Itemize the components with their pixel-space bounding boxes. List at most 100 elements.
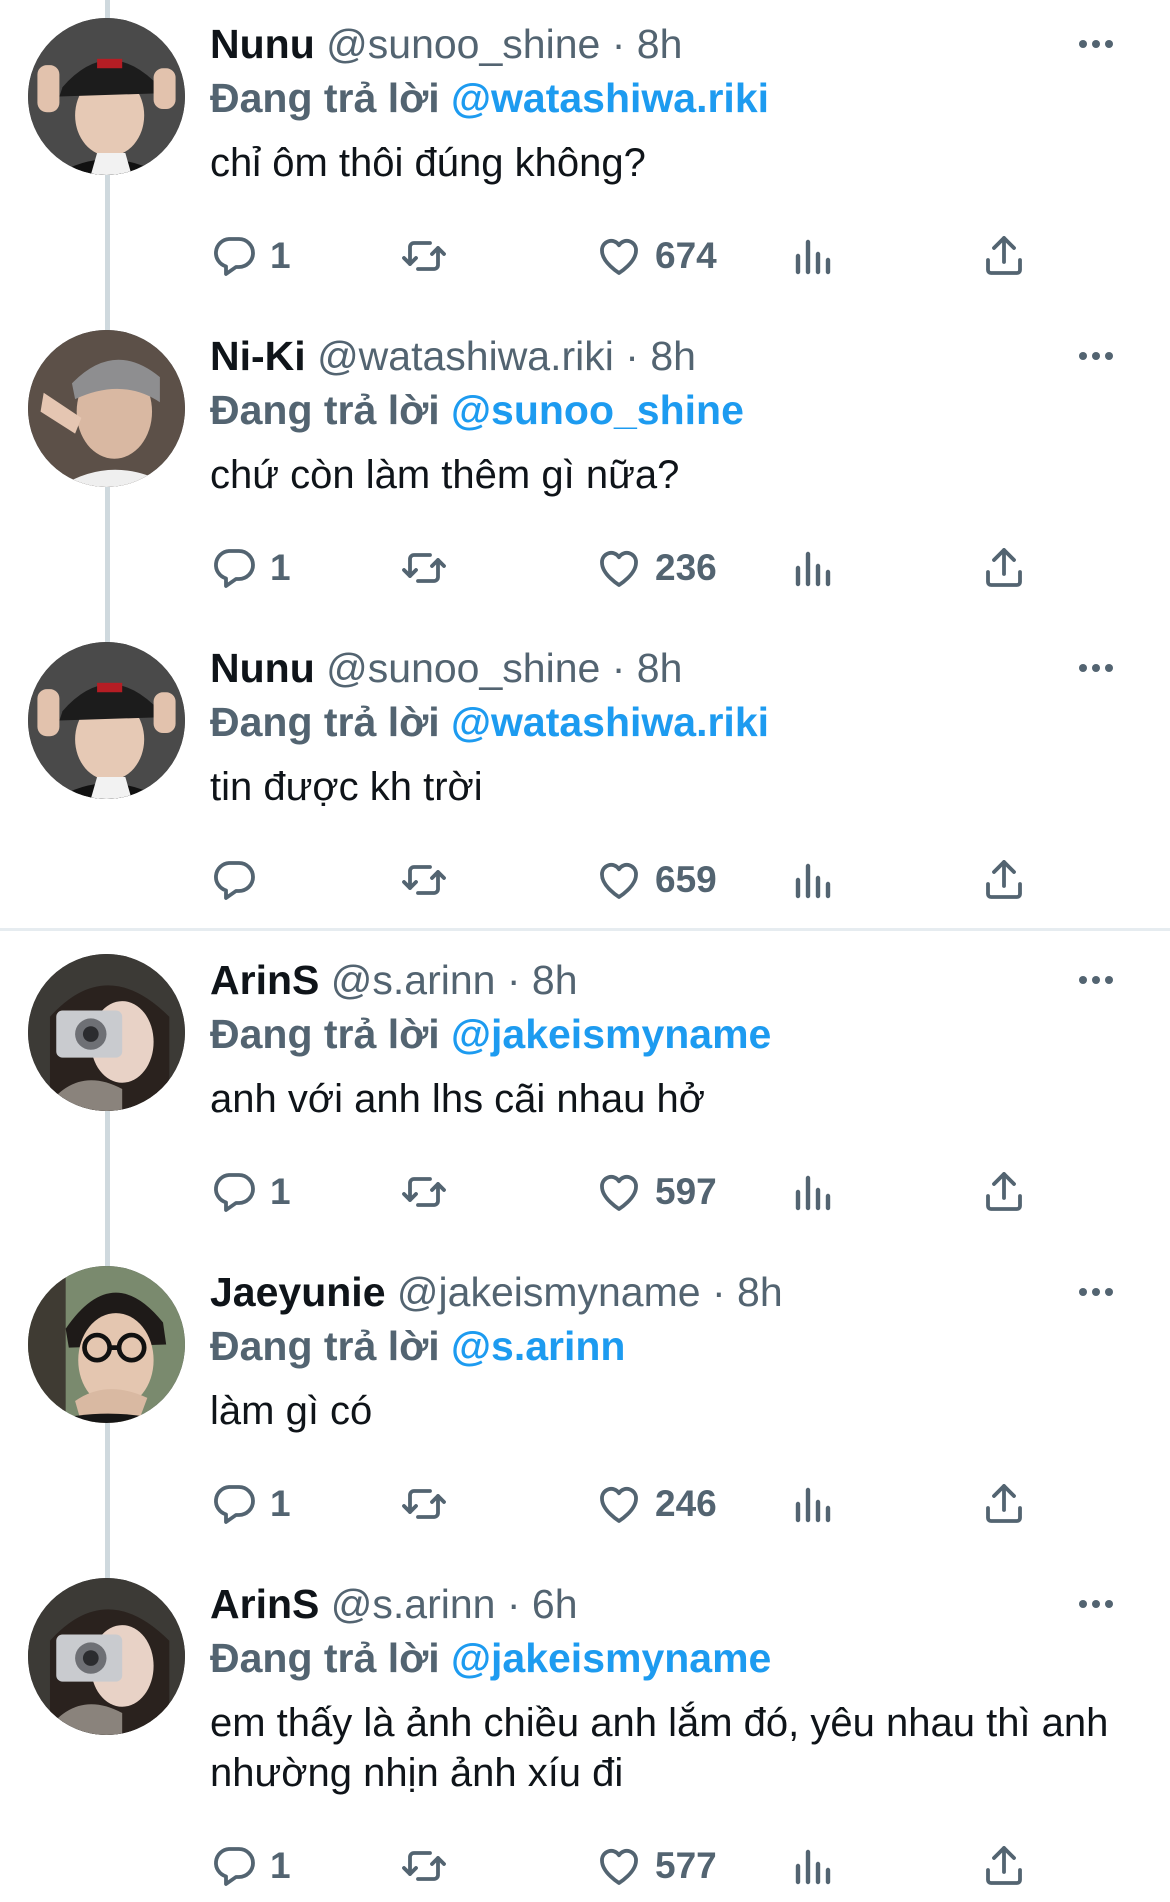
display-name[interactable]: Ni-Ki <box>210 333 306 379</box>
timestamp[interactable]: 6h <box>532 1581 578 1627</box>
views-button[interactable] <box>788 540 836 596</box>
reply-button[interactable]: 1 <box>210 1476 291 1532</box>
avatar[interactable] <box>28 1578 185 1735</box>
retweet-button[interactable] <box>400 540 448 596</box>
like-count: 597 <box>655 1171 717 1212</box>
reply-count: 1 <box>270 235 291 276</box>
retweet-button[interactable] <box>400 852 448 908</box>
more-options-icon[interactable] <box>1066 960 1126 1000</box>
retweet-icon <box>402 241 446 271</box>
heart-icon <box>600 550 638 587</box>
more-options-icon[interactable] <box>1066 648 1126 688</box>
tweet-header: Nunu @sunoo_shine · 8h <box>210 16 682 72</box>
speech-bubble-icon <box>214 861 255 900</box>
avatar[interactable] <box>28 18 185 175</box>
display-name[interactable]: Nunu <box>210 21 315 67</box>
share-button[interactable] <box>980 1838 1028 1894</box>
conversation-divider <box>0 928 1170 931</box>
like-button[interactable]: 246 <box>595 1476 717 1532</box>
user-handle[interactable]: @jakeismyname <box>397 1269 701 1315</box>
separator-dot: · <box>625 333 639 379</box>
replying-to-handle[interactable]: @sunoo_shine <box>451 387 744 433</box>
speech-bubble-icon <box>214 1485 255 1524</box>
upload-arrow-icon <box>986 1172 1022 1211</box>
replying-to-handle[interactable]: @s.arinn <box>451 1323 625 1369</box>
bar-chart-icon <box>795 1487 831 1523</box>
thread-line <box>105 480 110 650</box>
share-button[interactable] <box>980 228 1028 284</box>
avatar[interactable] <box>28 954 185 1111</box>
tweet-actions: 1 236 <box>210 540 1050 596</box>
upload-arrow-icon <box>986 548 1022 587</box>
avatar[interactable] <box>28 330 185 487</box>
like-button[interactable]: 597 <box>595 1164 717 1220</box>
tweet-text: anh với anh lhs cãi nhau hở <box>210 1077 705 1121</box>
replying-to-handle[interactable]: @jakeismyname <box>451 1635 771 1681</box>
upload-arrow-icon <box>986 860 1022 899</box>
speech-bubble-icon <box>214 1847 255 1886</box>
timestamp[interactable]: 8h <box>650 333 696 379</box>
more-options-icon[interactable] <box>1066 336 1126 376</box>
replying-to-handle[interactable]: @watashiwa.riki <box>451 699 769 745</box>
speech-bubble-icon <box>214 1173 255 1212</box>
like-button[interactable]: 674 <box>595 228 717 284</box>
user-handle[interactable]: @s.arinn <box>331 957 496 1003</box>
more-options-icon[interactable] <box>1066 24 1126 64</box>
user-handle[interactable]: @sunoo_shine <box>326 645 600 691</box>
reply-count: 1 <box>270 1483 291 1524</box>
share-button[interactable] <box>980 852 1028 908</box>
like-count: 674 <box>655 235 717 276</box>
user-handle[interactable]: @sunoo_shine <box>326 21 600 67</box>
like-button[interactable]: 577 <box>595 1838 717 1894</box>
bar-chart-icon <box>795 1175 831 1211</box>
retweet-button[interactable] <box>400 228 448 284</box>
timestamp[interactable]: 8h <box>737 1269 783 1315</box>
replying-to-handle[interactable]: @watashiwa.riki <box>451 75 769 121</box>
speech-bubble-icon <box>214 237 255 276</box>
share-button[interactable] <box>980 1476 1028 1532</box>
tweet-text: chứ còn làm thêm gì nữa? <box>210 453 680 497</box>
retweet-button[interactable] <box>400 1164 448 1220</box>
views-button[interactable] <box>788 1476 836 1532</box>
user-handle[interactable]: @watashiwa.riki <box>317 333 614 379</box>
separator-dot: · <box>611 21 626 67</box>
share-button[interactable] <box>980 540 1028 596</box>
views-button[interactable] <box>788 1838 836 1894</box>
like-button[interactable]: 659 <box>595 852 717 908</box>
reply-button[interactable]: 1 <box>210 1164 291 1220</box>
retweet-button[interactable] <box>400 1476 448 1532</box>
reply-button[interactable]: 1 <box>210 1838 291 1894</box>
separator-dot: · <box>711 1269 726 1315</box>
replying-to-handle[interactable]: @jakeismyname <box>451 1011 771 1057</box>
tweet-text: làm gì có <box>210 1389 373 1433</box>
reply-button[interactable]: 1 <box>210 540 291 596</box>
reply-button[interactable]: 1 <box>210 228 291 284</box>
more-options-icon[interactable] <box>1066 1584 1126 1624</box>
timestamp[interactable]: 8h <box>532 957 578 1003</box>
heart-icon <box>600 862 638 899</box>
replying-to: Đang trả lời @jakeismyname <box>210 1006 771 1062</box>
bar-chart-icon <box>795 551 831 587</box>
display-name[interactable]: Nunu <box>210 645 315 691</box>
retweet-button[interactable] <box>400 1838 448 1894</box>
timestamp[interactable]: 8h <box>637 21 683 67</box>
replying-to-label: Đang trả lời <box>210 387 440 433</box>
display-name[interactable]: ArinS <box>210 1581 319 1627</box>
views-button[interactable] <box>788 1164 836 1220</box>
tweet-text: chỉ ôm thôi đúng không? <box>210 141 646 185</box>
replying-to: Đang trả lời @watashiwa.riki <box>210 694 769 750</box>
display-name[interactable]: ArinS <box>210 957 319 1003</box>
views-button[interactable] <box>788 228 836 284</box>
retweet-icon <box>402 553 446 583</box>
more-options-icon[interactable] <box>1066 1272 1126 1312</box>
timestamp[interactable]: 8h <box>637 645 683 691</box>
display-name[interactable]: Jaeyunie <box>210 1269 386 1315</box>
share-button[interactable] <box>980 1164 1028 1220</box>
like-button[interactable]: 236 <box>595 540 717 596</box>
tweet-header: Jaeyunie @jakeismyname · 8h <box>210 1264 783 1320</box>
reply-button[interactable] <box>210 852 270 908</box>
views-button[interactable] <box>788 852 836 908</box>
avatar[interactable] <box>28 1266 185 1423</box>
avatar[interactable] <box>28 642 185 799</box>
user-handle[interactable]: @s.arinn <box>331 1581 496 1627</box>
